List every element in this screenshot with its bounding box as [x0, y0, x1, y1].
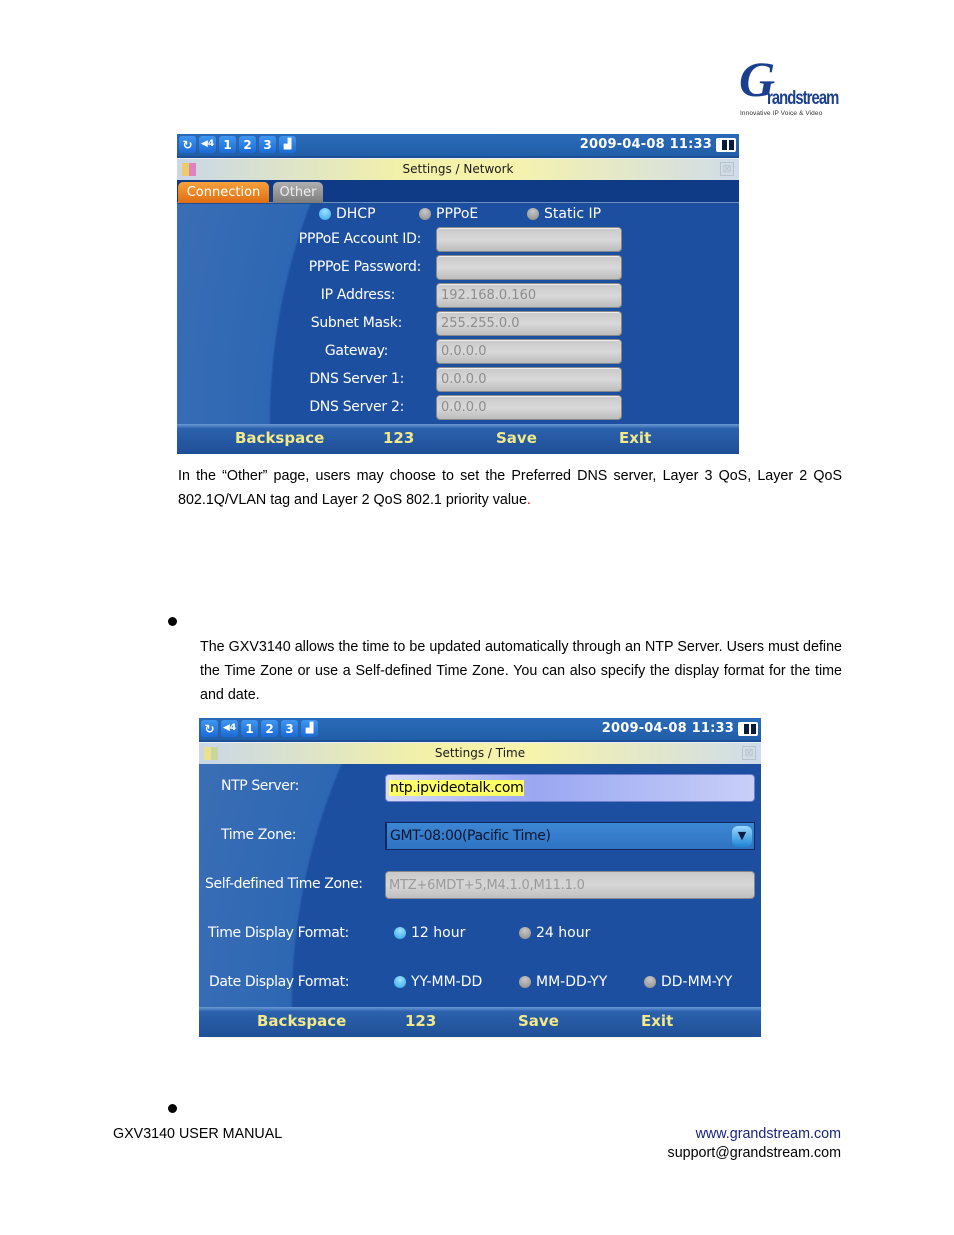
line-1-icon[interactable]: 1	[241, 720, 258, 737]
ntp-server-value: ntp.ipvideotalk.com	[389, 780, 525, 796]
logo-wordmark: randstream	[767, 88, 839, 109]
ip-address-field[interactable]: 192.168.0.160	[436, 283, 622, 308]
tab-connection[interactable]: Connection	[178, 182, 269, 203]
battery-icon	[738, 722, 758, 736]
save-softkey[interactable]: Save	[496, 429, 537, 447]
pppoe-password-field[interactable]	[436, 255, 622, 280]
refresh-icon[interactable]: ↻	[179, 136, 196, 153]
time-display-format-label: Time Display Format:	[208, 925, 349, 941]
radio-selected-icon	[394, 927, 406, 939]
status-datetime: 2009-04-08 11:33	[601, 721, 734, 736]
radio-unselected-icon	[419, 208, 431, 220]
bullet-point	[168, 1104, 177, 1113]
radio-dhcp[interactable]: DHCP	[319, 206, 376, 222]
dns-server-2-field[interactable]: 0.0.0.0	[436, 395, 622, 420]
logo-tagline: Innovative IP Voice & Video	[740, 110, 823, 117]
close-icon[interactable]: ⊠	[742, 746, 756, 760]
status-datetime: 2009-04-08 11:33	[579, 137, 712, 152]
dns-server-1-label: DNS Server 1:	[309, 371, 404, 387]
radio-mm-dd-yy[interactable]: MM-DD-YY	[519, 974, 607, 990]
softkey-bar: Backspace 123 Save Exit	[199, 1007, 761, 1037]
softkey-bar: Backspace 123 Save Exit	[177, 424, 739, 454]
gateway-field[interactable]: 0.0.0.0	[436, 339, 622, 364]
radio-selected-icon	[394, 976, 406, 988]
tab-other[interactable]: Other	[273, 182, 323, 203]
line-3-icon[interactable]: 3	[259, 136, 276, 153]
dns-server-2-label: DNS Server 2:	[309, 399, 404, 415]
exit-softkey[interactable]: Exit	[619, 429, 651, 447]
line-2-icon[interactable]: 2	[261, 720, 278, 737]
exit-softkey[interactable]: Exit	[641, 1012, 673, 1030]
window-titlebar: Settings / Time ⊠	[199, 742, 761, 764]
close-icon[interactable]: ⊠	[720, 162, 734, 176]
status-bar: ↻ ◀4 1 2 3 ▟ 2009-04-08 11:33	[177, 134, 739, 156]
window-title: Settings / Network	[402, 162, 514, 176]
self-defined-tz-input[interactable]: MTZ+6MDT+5,M4.1.0,M11.1.0	[385, 871, 755, 899]
grandstream-logo: G randstream Innovative IP Voice & Video	[737, 54, 839, 120]
self-defined-tz-label: Self-defined Time Zone:	[205, 876, 363, 892]
chevron-down-icon[interactable]: ▼	[732, 826, 752, 847]
time-settings-description: The GXV3140 allows the time to be update…	[200, 639, 842, 703]
website-link[interactable]: www.grandstream.com	[696, 1126, 841, 1142]
manual-title: GXV3140 USER MANUAL	[113, 1126, 283, 1142]
handset-icon[interactable]: ▟	[279, 136, 296, 153]
date-display-format-label: Date Display Format:	[209, 974, 350, 990]
radio-selected-icon	[319, 208, 331, 220]
time-zone-select[interactable]: GMT-08:00(Pacific Time) ▼	[385, 822, 755, 850]
radio-24-hour[interactable]: 24 hour	[519, 925, 590, 941]
speaker-volume-icon[interactable]: ◀4	[199, 136, 216, 153]
subnet-mask-field[interactable]: 255.255.0.0	[436, 311, 622, 336]
ip-address-label: IP Address:	[320, 287, 396, 303]
time-zone-label: Time Zone:	[221, 827, 297, 843]
support-email: support@grandstream.com	[667, 1145, 841, 1161]
input-mode-softkey[interactable]: 123	[405, 1012, 436, 1030]
self-defined-tz-value: MTZ+6MDT+5,M4.1.0,M11.1.0	[389, 878, 585, 893]
radio-pppoe[interactable]: PPPoE	[419, 206, 478, 222]
radio-unselected-icon	[644, 976, 656, 988]
radio-12-hour[interactable]: 12 hour	[394, 925, 465, 941]
pppoe-account-id-field[interactable]	[436, 227, 622, 252]
pppoe-password-label: PPPoE Password:	[308, 259, 422, 275]
status-bar: ↻ ◀4 1 2 3 ▟ 2009-04-08 11:33	[199, 718, 761, 740]
save-softkey[interactable]: Save	[518, 1012, 559, 1030]
line-1-icon[interactable]: 1	[219, 136, 236, 153]
input-mode-softkey[interactable]: 123	[383, 429, 414, 447]
radio-yy-mm-dd[interactable]: YY-MM-DD	[394, 974, 482, 990]
radio-static-ip[interactable]: Static IP	[527, 206, 601, 222]
time-settings-screenshot: ↻ ◀4 1 2 3 ▟ 2009-04-08 11:33 Settings /…	[199, 718, 761, 1037]
handset-icon[interactable]: ▟	[301, 720, 318, 737]
backspace-softkey[interactable]: Backspace	[235, 429, 324, 447]
radio-unselected-icon	[519, 927, 531, 939]
tab-bar: Connection Other	[177, 180, 739, 203]
backspace-softkey[interactable]: Backspace	[257, 1012, 346, 1030]
line-2-icon[interactable]: 2	[239, 136, 256, 153]
bullet-point	[168, 617, 177, 626]
radio-unselected-icon	[527, 208, 539, 220]
radio-dd-mm-yy[interactable]: DD-MM-YY	[644, 974, 732, 990]
pppoe-account-id-label: PPPoE Account ID:	[298, 231, 422, 247]
window-titlebar: Settings / Network ⊠	[177, 158, 739, 180]
battery-icon	[716, 138, 736, 152]
other-page-description: In the “Other” page, users may choose to…	[178, 468, 842, 508]
ntp-server-label: NTP Server:	[221, 778, 299, 794]
line-3-icon[interactable]: 3	[281, 720, 298, 737]
radio-unselected-icon	[519, 976, 531, 988]
time-zone-value: GMT-08:00(Pacific Time)	[390, 828, 551, 844]
speaker-volume-icon[interactable]: ◀4	[221, 720, 238, 737]
window-title: Settings / Time	[434, 746, 526, 760]
ntp-server-input[interactable]: ntp.ipvideotalk.com	[385, 774, 755, 802]
gateway-label: Gateway:	[324, 343, 388, 359]
subnet-mask-label: Subnet Mask:	[310, 315, 403, 331]
dns-server-1-field[interactable]: 0.0.0.0	[436, 367, 622, 392]
network-settings-screenshot: ↻ ◀4 1 2 3 ▟ 2009-04-08 11:33 Settings /…	[177, 134, 739, 454]
refresh-icon[interactable]: ↻	[201, 720, 218, 737]
